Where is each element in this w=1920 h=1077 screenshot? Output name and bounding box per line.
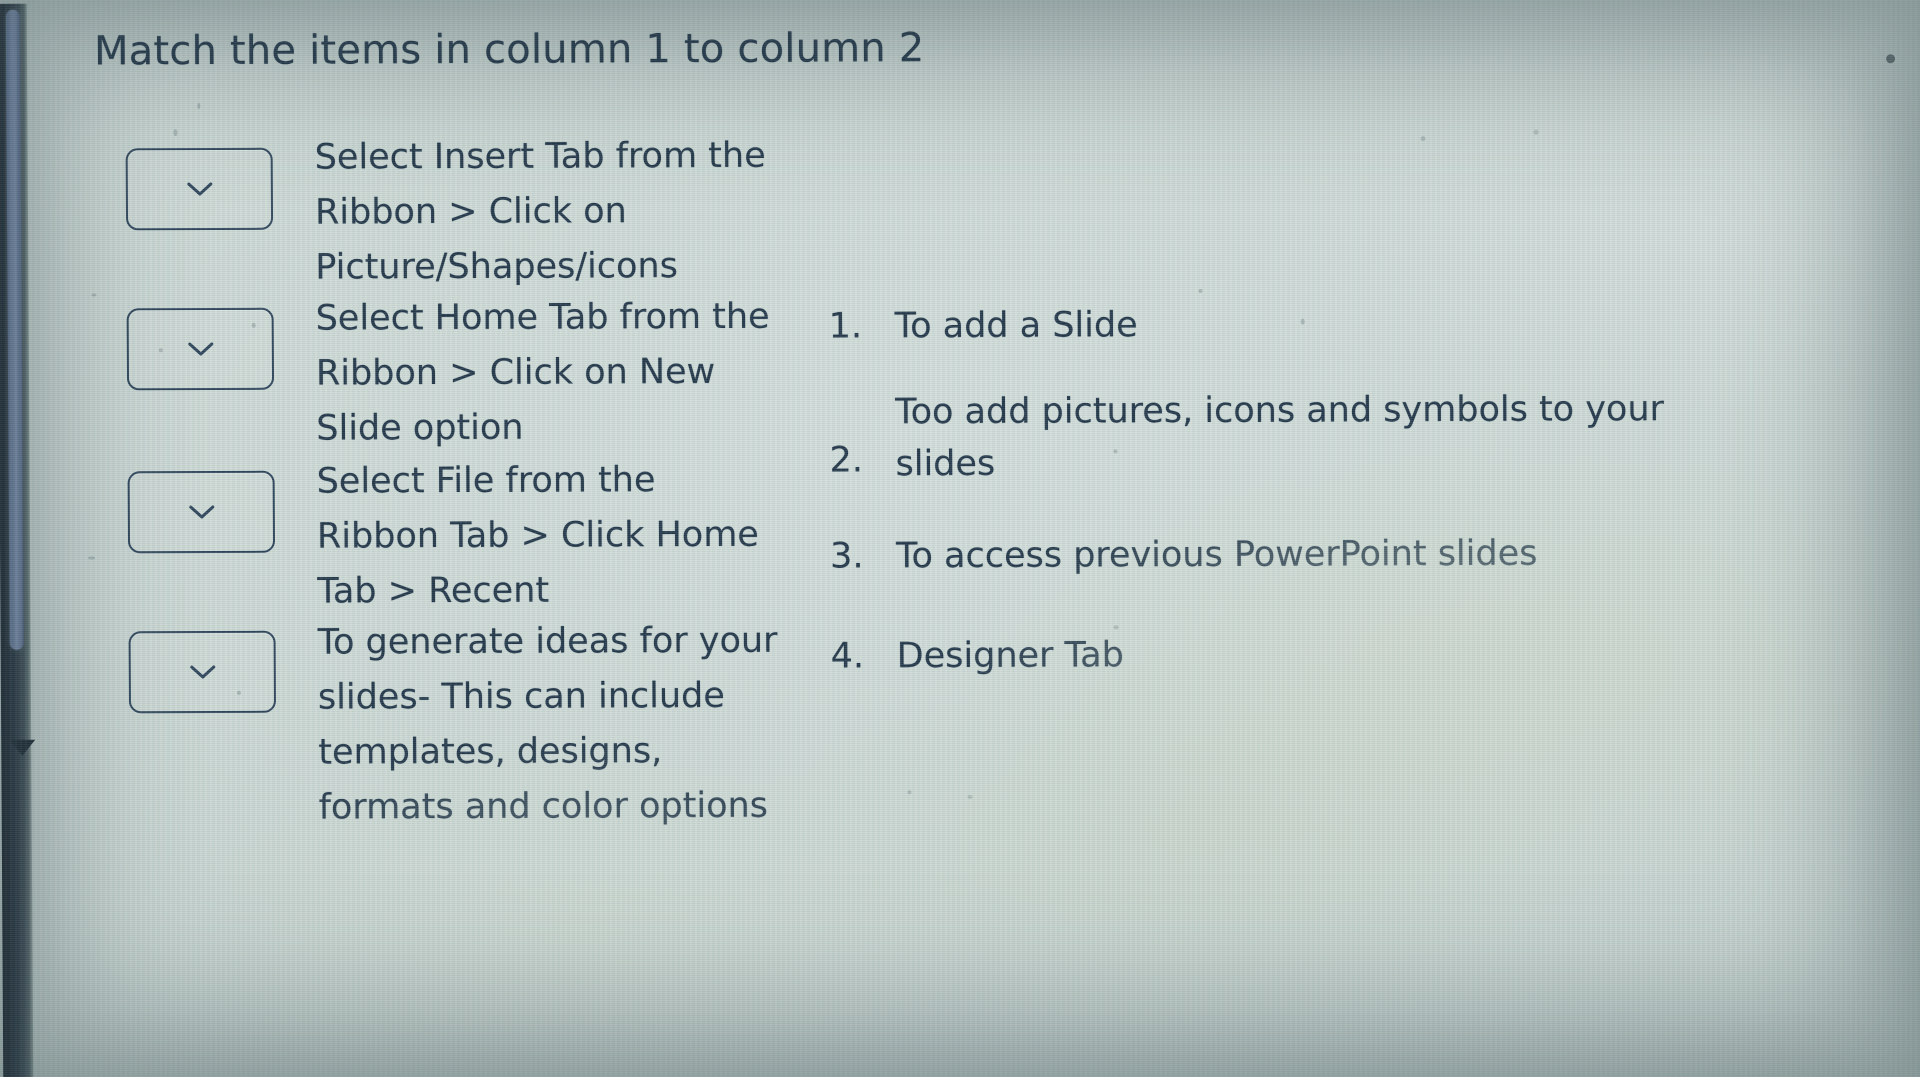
match-item-text: To generate ideas for your slides- This … [317,620,778,828]
screen-speck [158,348,163,353]
match-row: Select Insert Tab from the Ribbon > Clic… [125,129,786,297]
chevron-down-icon [188,505,214,519]
screen-speck [1113,449,1118,454]
match-item-text: Select Home Tab from the Ribbon > Click … [315,296,770,449]
screen-speck [251,322,256,328]
match-row: Select Home Tab from the Ribbon > Click … [126,290,787,458]
numbered-item-text: To add a Slide [894,305,1138,347]
answer-dropdown-2[interactable] [126,307,275,391]
screen-speck [1300,318,1305,325]
page-title: Match the items in column 1 to column 2 [93,25,925,75]
match-item-text: Select File from the Ribbon Tab > Click … [316,460,760,612]
screen-speck [173,129,178,137]
chevron-down-icon [189,665,215,679]
screen-speck [907,790,912,795]
numbered-item-number: 4. [830,636,865,677]
screen-speck [1113,625,1119,630]
column-1: Select Insert Tab from the Ribbon > Clic… [125,129,789,841]
numbered-item: 4. Designer Tab [831,627,1731,683]
match-row: To generate ideas for your slides- This … [128,614,789,837]
screen-photo: Match the items in column 1 to column 2 … [0,0,1920,1077]
numbered-item: 1. To add a Slide [829,297,1729,353]
numbered-item-number: 2. [829,440,864,481]
screen-speck [967,794,973,799]
chevron-down-icon [187,342,213,356]
screen-speck [1420,136,1426,142]
numbered-item: 2. Too add pictures, icons and symbols t… [829,383,1730,491]
numbered-item-number: 3. [829,536,864,577]
answer-dropdown-1[interactable] [125,147,274,231]
answer-dropdown-3[interactable] [127,470,276,554]
screen-speck [88,556,96,560]
screen-speck [1886,54,1896,64]
answer-dropdown-4[interactable] [128,630,277,714]
numbered-item-text: To access previous PowerPoint slides [895,533,1538,577]
numbered-item-text: Too add pictures, icons and symbols to y… [895,389,1665,485]
numbered-item-text: Designer Tab [896,635,1124,677]
scroll-down-caret-icon[interactable] [9,739,36,756]
screen-speck [236,690,241,695]
screen-speck [1533,129,1539,135]
screen-speck [1198,289,1203,294]
match-item-text: Select Insert Tab from the Ribbon > Clic… [314,135,766,288]
screen-speck [197,103,201,110]
column-2: 1. To add a Slide 2. Too add pictures, i… [829,297,1732,717]
screen-speck [91,293,97,297]
numbered-item: 3. To access previous PowerPoint slides [830,527,1730,583]
chevron-down-icon [186,182,212,196]
match-row: Select File from the Ribbon Tab > Click … [127,453,788,621]
numbered-item-number: 1. [828,306,863,347]
